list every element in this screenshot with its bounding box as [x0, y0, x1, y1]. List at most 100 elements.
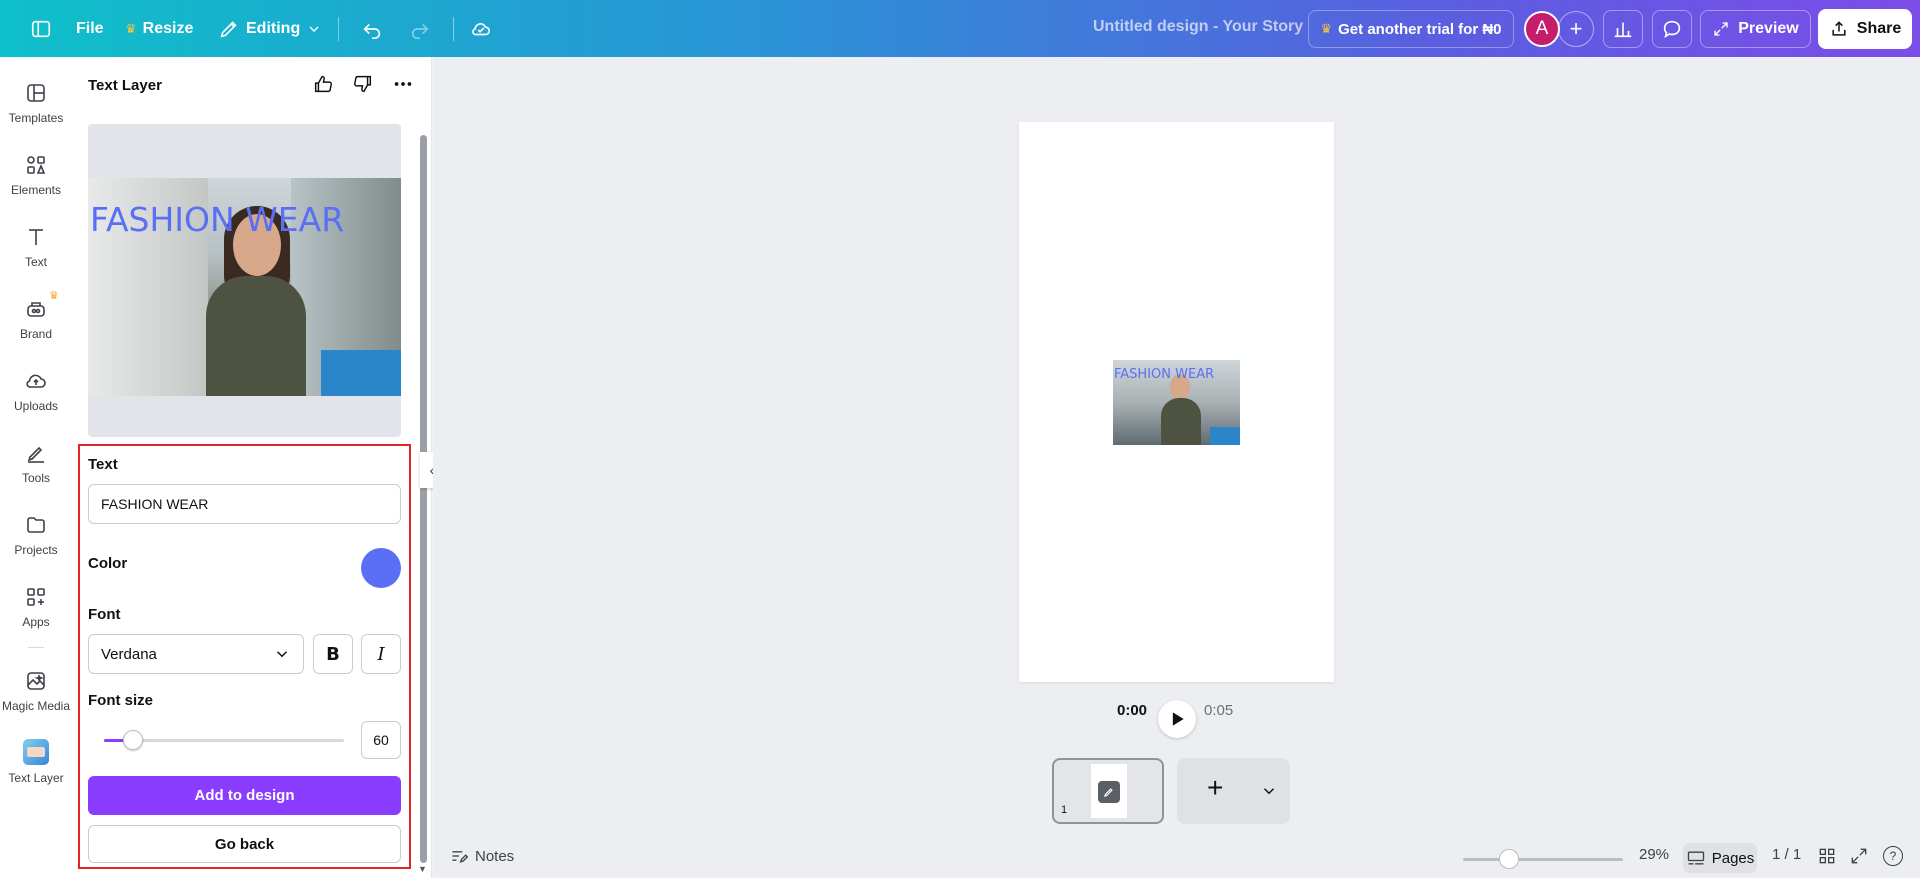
grid-view-button[interactable]	[1817, 846, 1837, 866]
fullscreen-icon	[1851, 848, 1867, 864]
rail-item-label: Projects	[14, 543, 58, 557]
rail-item-brand[interactable]: ♛ Brand	[0, 290, 72, 341]
rail-item-apps[interactable]: Apps	[0, 585, 72, 629]
file-menu-label: File	[76, 20, 104, 37]
insights-button[interactable]	[1603, 10, 1643, 48]
scroll-down-icon[interactable]: ▼	[418, 864, 427, 874]
notes-icon	[452, 851, 469, 863]
undo-icon	[363, 23, 381, 39]
pages-button[interactable]: Pages	[1683, 843, 1757, 873]
left-rail: Templates Elements Text ♛ Brand Uploads …	[0, 57, 72, 878]
share-label: Share	[1856, 20, 1902, 37]
thumbs-up-button[interactable]	[310, 71, 336, 97]
plus-icon: +	[1569, 16, 1583, 41]
font-size-label: Font size	[88, 692, 154, 709]
text-icon	[29, 229, 43, 245]
avatar[interactable]: A	[1524, 11, 1560, 47]
fullscreen-button[interactable]	[1849, 846, 1869, 866]
file-menu-button[interactable]: File	[68, 9, 112, 49]
share-upload-icon	[1832, 21, 1846, 36]
thumbs-up-icon	[314, 75, 332, 93]
help-button[interactable]: ?	[1883, 846, 1903, 866]
italic-button[interactable]: I	[361, 634, 401, 674]
rail-item-projects[interactable]: Projects	[0, 513, 72, 557]
font-select-value: Verdana	[101, 645, 157, 663]
rail-item-elements[interactable]: Elements	[0, 153, 72, 197]
preview-button[interactable]: Preview	[1700, 10, 1811, 48]
rail-item-magic-media[interactable]: Magic Media	[0, 669, 72, 713]
panel-title: Text Layer	[88, 77, 162, 94]
zoom-slider[interactable]	[1463, 849, 1623, 869]
cloud-check-icon	[472, 23, 491, 36]
bold-icon: B	[326, 643, 340, 665]
rail-item-label: Brand	[19, 327, 53, 341]
notes-button[interactable]: Notes	[449, 846, 514, 866]
document-title[interactable]: Untitled design - Your Story	[1093, 18, 1303, 36]
chevron-down-icon	[309, 26, 319, 32]
page-number: 1	[1061, 804, 1068, 816]
preview-photo: FASHION WEAR	[88, 178, 401, 396]
top-bar: File ♛ Resize Editing Untitled design - …	[0, 0, 1920, 57]
font-select[interactable]: Verdana	[88, 634, 304, 674]
pages-icon	[1687, 851, 1704, 865]
save-status-button[interactable]	[462, 9, 500, 49]
bar-chart-icon	[1614, 22, 1632, 38]
page-thumbnail[interactable]: 1	[1052, 758, 1164, 824]
tools-icon	[27, 446, 44, 463]
grid-icon	[1819, 848, 1835, 864]
total-time: 0:05	[1204, 702, 1233, 719]
resize-label: Resize	[142, 20, 194, 37]
editing-label: Editing	[246, 20, 301, 37]
color-swatch[interactable]	[361, 548, 401, 588]
sidebar-toggle-button[interactable]	[22, 9, 60, 49]
panel-scrollbar[interactable]	[420, 135, 427, 863]
comments-button[interactable]	[1652, 10, 1692, 48]
go-back-button[interactable]: Go back	[88, 825, 401, 863]
plus-icon: +	[1207, 772, 1224, 803]
page-count: 1 / 1	[1772, 846, 1802, 863]
more-options-button[interactable]	[390, 71, 416, 97]
crown-icon: ♛	[1320, 21, 1333, 36]
trial-button[interactable]: ♛ Get another trial for ₦0	[1308, 10, 1514, 48]
redo-button[interactable]	[401, 9, 439, 49]
sidebar-toggle-icon	[31, 20, 51, 38]
uploads-icon	[26, 374, 46, 388]
thumbs-down-button[interactable]	[350, 71, 376, 97]
rail-item-label: Uploads	[13, 399, 59, 413]
text-input[interactable]: FASHION WEAR	[88, 484, 401, 524]
text-field-label: Text	[88, 456, 118, 473]
rail-item-tools[interactable]: Tools	[0, 441, 72, 485]
zoom-value[interactable]: 29%	[1639, 846, 1669, 863]
add-to-design-button[interactable]: Add to design	[88, 776, 401, 815]
pencil-icon	[1103, 788, 1113, 798]
notes-label: Notes	[475, 847, 515, 865]
panel-actions	[310, 71, 416, 97]
crown-icon: ♛	[125, 21, 137, 36]
rail-item-text-layer[interactable]: Text Layer	[0, 739, 72, 785]
rail-item-label: Apps	[22, 615, 50, 629]
color-label: Color	[88, 555, 128, 572]
apps-icon	[27, 588, 45, 606]
rail-item-uploads[interactable]: Uploads	[0, 369, 72, 413]
undo-button[interactable]	[353, 9, 391, 49]
chevron-down-icon[interactable]	[1260, 782, 1278, 800]
play-button[interactable]	[1158, 700, 1196, 738]
editing-mode-button[interactable]: Editing	[210, 9, 330, 49]
font-size-slider[interactable]	[104, 730, 344, 750]
rail-item-text[interactable]: Text	[0, 225, 72, 269]
pencil-icon	[220, 21, 237, 38]
add-page-button[interactable]: +	[1177, 758, 1290, 824]
toolbar-divider	[338, 17, 339, 41]
font-size-slider-thumb[interactable]	[122, 730, 143, 750]
share-button[interactable]: Share	[1818, 9, 1912, 49]
text-layer-app-icon	[23, 739, 49, 765]
italic-icon: I	[377, 643, 385, 665]
bold-button[interactable]: B	[313, 634, 353, 674]
font-size-input[interactable]: 60	[361, 721, 401, 759]
resize-button[interactable]: ♛ Resize	[117, 9, 201, 49]
invite-member-button[interactable]: +	[1558, 11, 1594, 47]
rail-item-templates[interactable]: Templates	[0, 81, 72, 125]
trial-label: Get another trial for ₦0	[1338, 20, 1502, 38]
design-image[interactable]: FASHION WEAR	[1113, 360, 1240, 445]
rail-item-label: Text	[24, 255, 47, 269]
